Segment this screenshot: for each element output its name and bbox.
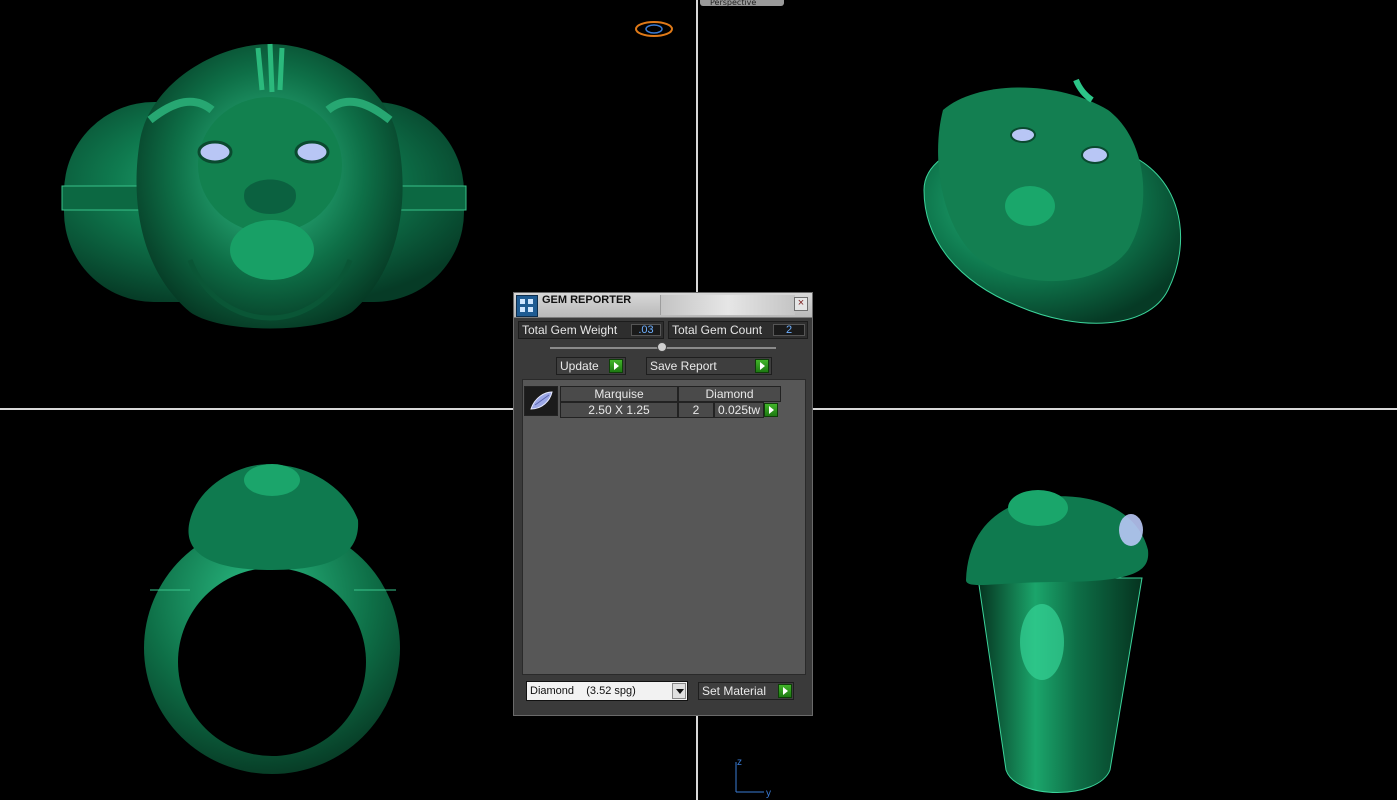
axis-y-label: y [766, 788, 771, 799]
set-material-button[interactable]: Set Material [698, 682, 794, 700]
slider-handle[interactable] [657, 342, 667, 352]
update-button-label: Update [560, 359, 599, 373]
close-icon[interactable]: × [794, 297, 808, 311]
play-arrow-icon[interactable] [609, 359, 623, 373]
title-drag-grip[interactable] [660, 295, 795, 315]
play-arrow-icon[interactable] [778, 684, 792, 698]
save-report-button[interactable]: Save Report [646, 357, 772, 375]
gem-material-cell: Diamond [678, 386, 781, 402]
gem-shape-cell: Marquise [560, 386, 678, 402]
material-select[interactable]: Diamond (3.52 spg) [526, 681, 688, 701]
axis-z-label: z [737, 757, 742, 768]
play-arrow-icon[interactable] [764, 403, 778, 417]
total-gem-weight: Total Gem Weight .03 [518, 321, 664, 339]
material-select-value: Diamond (3.52 spg) [530, 685, 636, 697]
update-button[interactable]: Update [556, 357, 626, 375]
panel-title-bar[interactable]: GEM REPORTER × [514, 293, 812, 318]
gem-reporter-panel: GEM REPORTER × Total Gem Weight .03 Tota… [513, 292, 813, 716]
gem-row[interactable]: Marquise Diamond 2.50 X 1.25 2 0.025tw [523, 380, 781, 418]
gem-weight-cell: 0.025tw [714, 402, 764, 418]
gem-count-cell: 2 [678, 402, 714, 418]
total-gem-count-label: Total Gem Count [672, 323, 763, 337]
axis-indicator: z y [728, 752, 776, 800]
save-report-button-label: Save Report [650, 359, 717, 373]
total-gem-count: Total Gem Count 2 [668, 321, 808, 339]
marquise-gem-icon [524, 386, 558, 416]
play-arrow-icon[interactable] [755, 359, 769, 373]
chevron-down-icon[interactable] [672, 683, 686, 699]
set-material-button-label: Set Material [702, 684, 767, 698]
total-gem-count-value: 2 [773, 324, 805, 336]
gem-list[interactable]: Marquise Diamond 2.50 X 1.25 2 0.025tw [522, 379, 806, 675]
gem-size-cell: 2.50 X 1.25 [560, 402, 678, 418]
gem-reporter-app-icon [516, 295, 538, 317]
navigation-cube-icon[interactable] [634, 18, 674, 40]
panel-title: GEM REPORTER [542, 294, 632, 306]
viewport-tab-perspective[interactable]: Perspective [700, 0, 784, 6]
total-gem-weight-label: Total Gem Weight [522, 323, 618, 337]
total-gem-weight-value: .03 [631, 324, 661, 336]
